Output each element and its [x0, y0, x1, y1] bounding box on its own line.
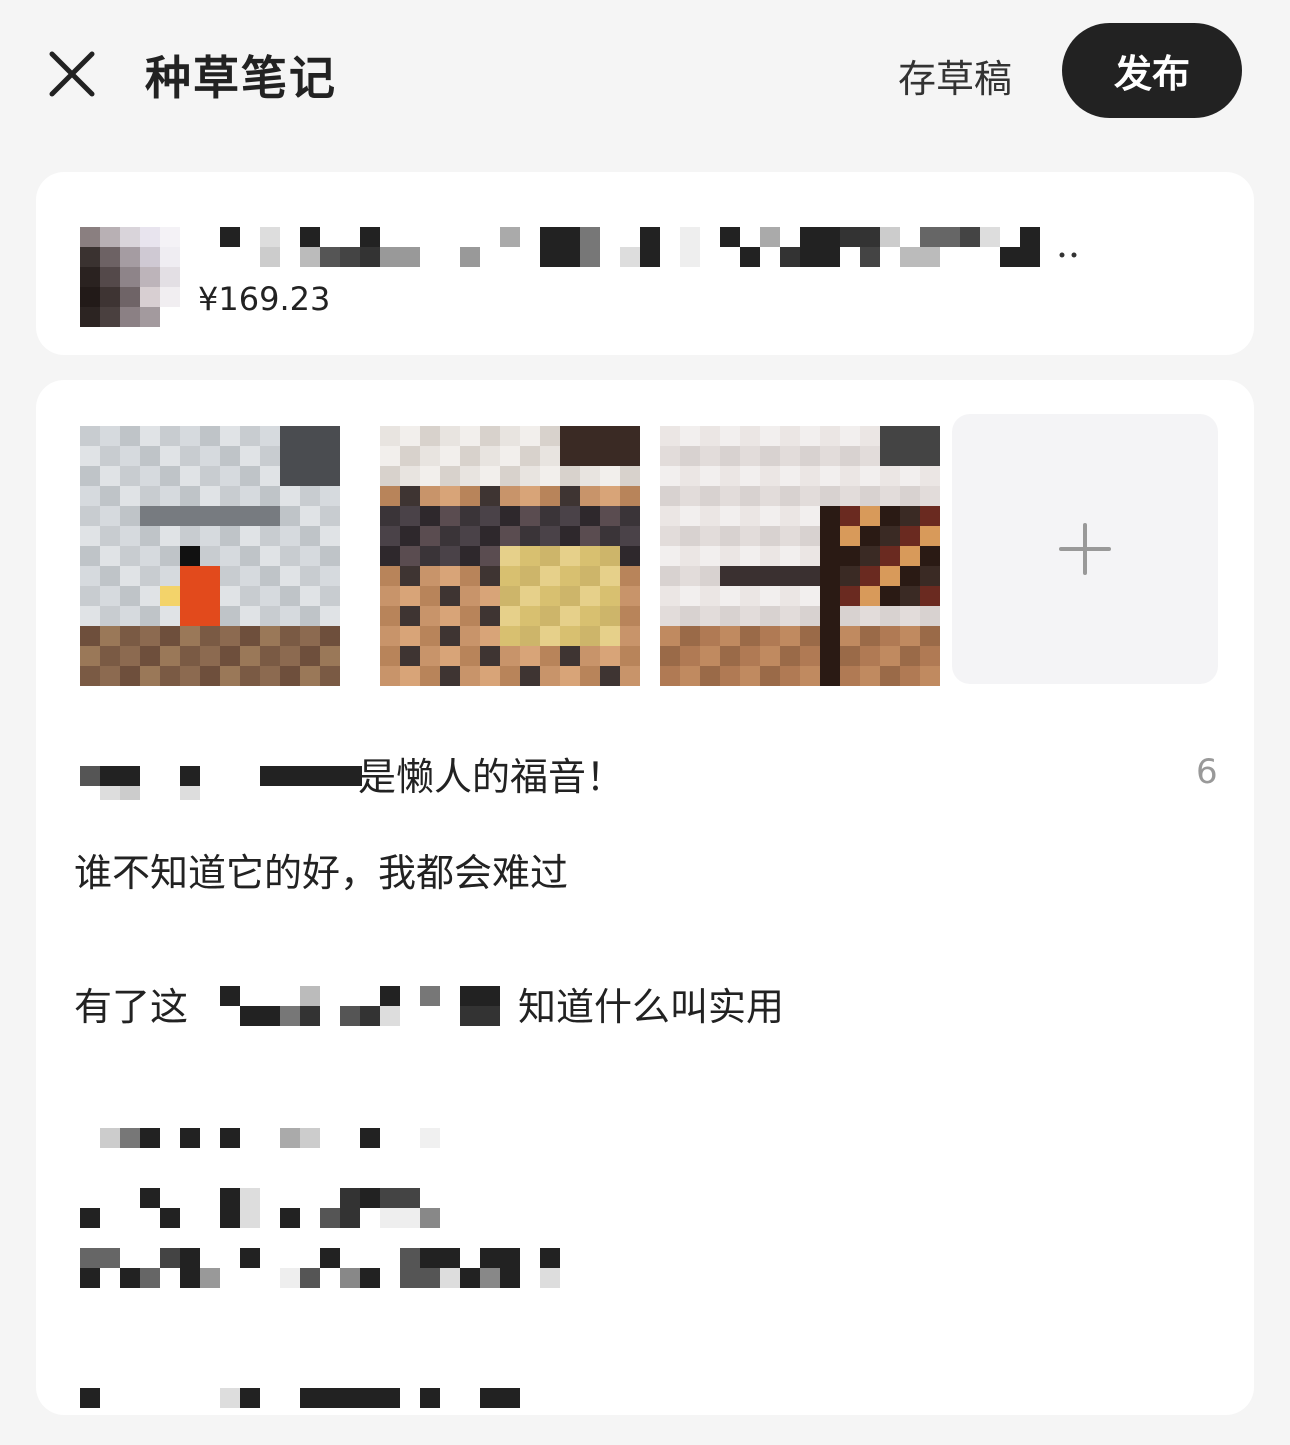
photo-thumbnail-2[interactable] [380, 426, 640, 686]
body-obscured-line-4 [80, 1188, 440, 1228]
plus-icon [1059, 523, 1111, 575]
photo-thumbnail-1[interactable] [80, 426, 340, 686]
add-photo-button[interactable] [952, 414, 1218, 684]
product-price: ¥169.23 [198, 280, 331, 318]
page-title: 种草笔记 [145, 51, 337, 105]
title-obscured-text [80, 766, 362, 800]
body-text-line-2-suffix: 知道什么叫实用 [518, 985, 785, 1029]
body-obscured-text [220, 986, 500, 1026]
save-draft-button[interactable]: 存草稿 [880, 45, 1030, 105]
body-obscured-line-3 [100, 1128, 440, 1148]
note-editor-card: 是懒人的福音！ 6 谁不知道它的好，我都会难过 有了这 知道什么叫实用 [36, 380, 1254, 1415]
body-text-line-1: 谁不知道它的好，我都会难过 [74, 851, 569, 895]
publish-button[interactable]: 发布 [1062, 23, 1242, 118]
product-card[interactable]: ¥169.23 [36, 172, 1254, 355]
body-obscured-line-6 [80, 1388, 520, 1408]
title-char-counter: 6 [1196, 752, 1218, 792]
body-text-line-2-prefix: 有了这 [74, 985, 189, 1029]
title-text: 是懒人的福音！ [358, 755, 625, 799]
photo-thumbnail-3[interactable] [660, 426, 940, 686]
product-thumbnail [80, 227, 180, 327]
product-name-obscured [220, 227, 1077, 267]
title-input[interactable] [76, 740, 1176, 800]
body-obscured-line-5 [80, 1248, 560, 1288]
top-bar: 种草笔记 存草稿 发布 [0, 0, 1290, 150]
close-icon[interactable] [44, 46, 100, 102]
